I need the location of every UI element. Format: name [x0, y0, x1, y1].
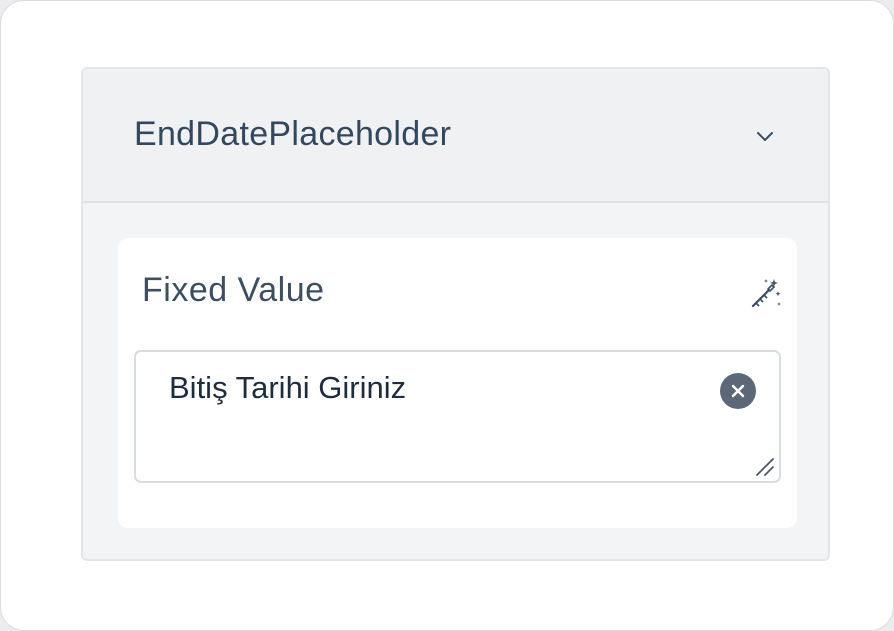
app-frame: EndDatePlaceholder Fixed Value Bitiş Tar… — [0, 0, 894, 631]
panel-title: EndDatePlaceholder — [134, 115, 452, 153]
panel-header[interactable]: EndDatePlaceholder — [83, 69, 828, 203]
textarea-value: Bitiş Tarihi Giriniz — [169, 370, 407, 405]
field-label: Fixed Value — [142, 271, 325, 309]
property-panel: EndDatePlaceholder Fixed Value Bitiş Tar… — [81, 67, 830, 561]
magic-wand-icon[interactable] — [749, 276, 783, 310]
chevron-down-icon[interactable] — [753, 124, 777, 148]
close-icon — [731, 384, 745, 398]
clear-button[interactable] — [720, 373, 756, 409]
resize-handle-icon[interactable] — [753, 455, 775, 477]
fixed-value-card: Fixed Value Bitiş Tarihi Giriniz — [118, 238, 797, 528]
fixed-value-textarea[interactable]: Bitiş Tarihi Giriniz — [134, 350, 781, 483]
